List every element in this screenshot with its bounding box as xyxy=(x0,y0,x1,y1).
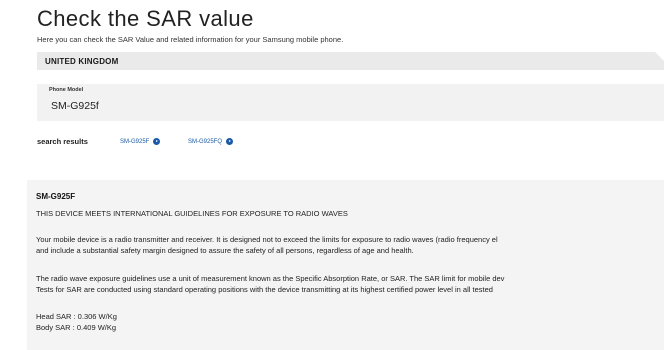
compliance-heading: THIS DEVICE MEETS INTERNATIONAL GUIDELIN… xyxy=(36,209,348,218)
phone-model-label: Phone Model xyxy=(49,87,84,93)
info-paragraph-2-line-1: The radio wave exposure guidelines use a… xyxy=(36,274,505,283)
result-link-label: SM-G925F xyxy=(120,138,150,145)
body-sar-value: Body SAR : 0.409 W/Kg xyxy=(36,323,117,332)
result-link-sm-g925fq[interactable]: SM-G925FQ xyxy=(188,138,234,145)
arrow-right-icon xyxy=(226,138,234,145)
sar-info-panel: SM-G925F THIS DEVICE MEETS INTERNATIONAL… xyxy=(27,180,664,350)
result-link-sm-g925f[interactable]: SM-G925F xyxy=(120,138,161,145)
page-title: Check the SAR value xyxy=(37,6,254,31)
search-results-label: search results xyxy=(37,137,88,146)
info-paragraph-1-line-2: and include a substantial safety margin … xyxy=(36,246,414,255)
phone-model-field[interactable]: Phone Model xyxy=(37,84,664,121)
search-results: search results SM-G925F SM-G925FQ xyxy=(37,137,437,149)
info-paragraph-1-line-1: Your mobile device is a radio transmitte… xyxy=(36,235,498,244)
head-sar-value: Head SAR : 0.306 W/Kg xyxy=(36,312,117,321)
device-model-heading: SM-G925F xyxy=(36,192,76,201)
page-subtitle: Here you can check the SAR Value and rel… xyxy=(37,35,344,44)
dropdown-corner-icon xyxy=(655,52,664,61)
phone-model-input[interactable] xyxy=(51,97,351,115)
arrow-right-icon xyxy=(153,138,161,145)
result-link-label: SM-G925FQ xyxy=(188,138,223,145)
info-paragraph-2-line-2: Tests for SAR are conducted using standa… xyxy=(36,285,493,294)
country-dropdown[interactable]: UNITED KINGDOM xyxy=(37,52,664,70)
country-selected-label: UNITED KINGDOM xyxy=(45,57,119,66)
